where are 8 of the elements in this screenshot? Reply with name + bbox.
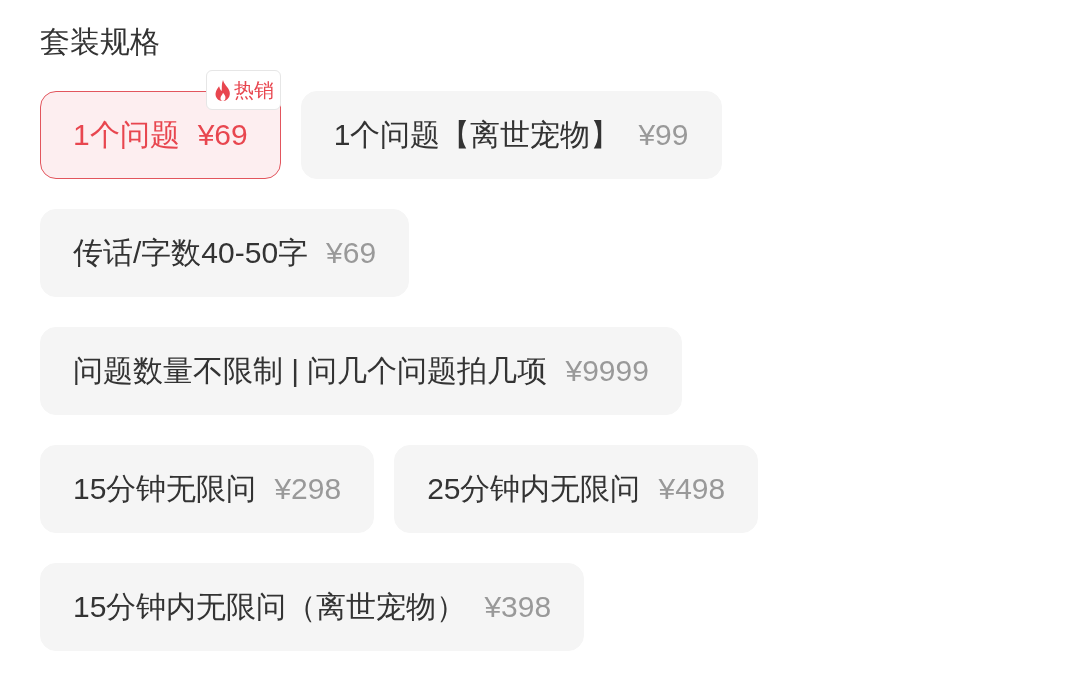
package-option[interactable]: 问题数量不限制 | 问几个问题拍几项 ¥9999 xyxy=(40,327,682,415)
package-option[interactable]: 25分钟内无限问 ¥498 xyxy=(394,445,759,533)
package-option[interactable]: 传话/字数40-50字 ¥69 xyxy=(40,209,410,297)
package-option[interactable]: 15分钟内无限问（离世宠物） ¥398 xyxy=(40,563,585,651)
flame-icon xyxy=(213,79,232,101)
section-title: 套装规格 xyxy=(40,24,160,60)
package-option[interactable]: 15分钟无限问 ¥298 xyxy=(40,445,375,533)
package-option[interactable]: 1个问题【离世宠物】 ¥99 xyxy=(300,91,722,179)
